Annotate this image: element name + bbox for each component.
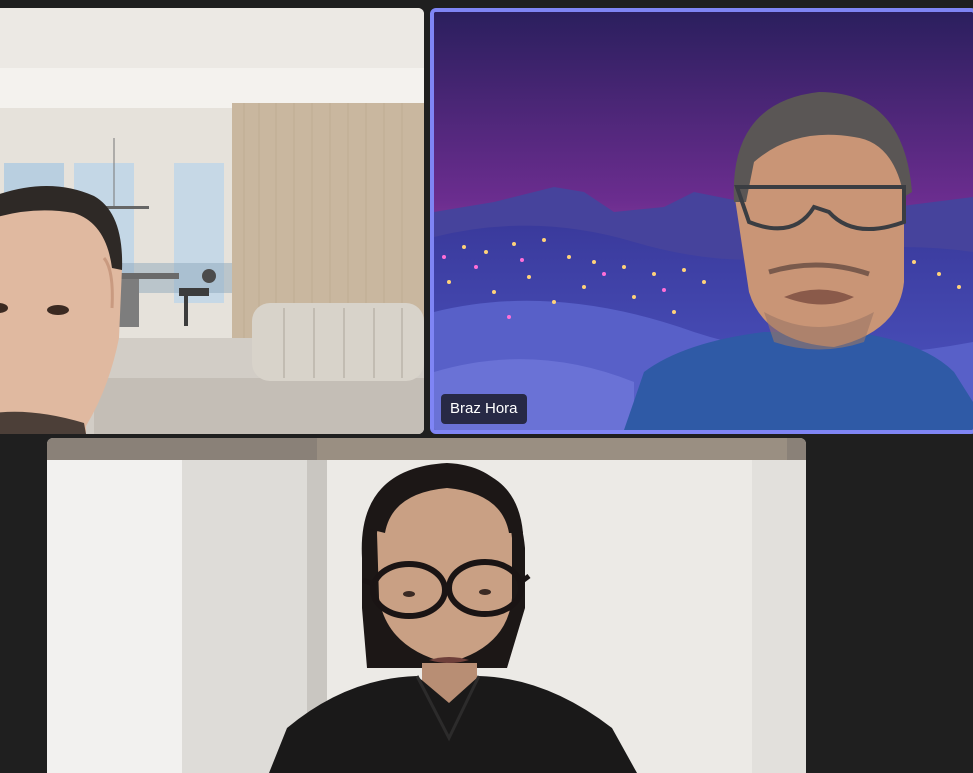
video-feed-participant-1 [0,8,424,434]
video-tile-participant-2[interactable]: Braz Hora [430,8,973,434]
video-tile-participant-1[interactable] [0,8,424,434]
video-tile-participant-3[interactable] [47,438,806,773]
video-feed-participant-2 [434,12,973,430]
participant-name-badge: Braz Hora [441,394,527,424]
video-feed-participant-3 [47,438,806,773]
